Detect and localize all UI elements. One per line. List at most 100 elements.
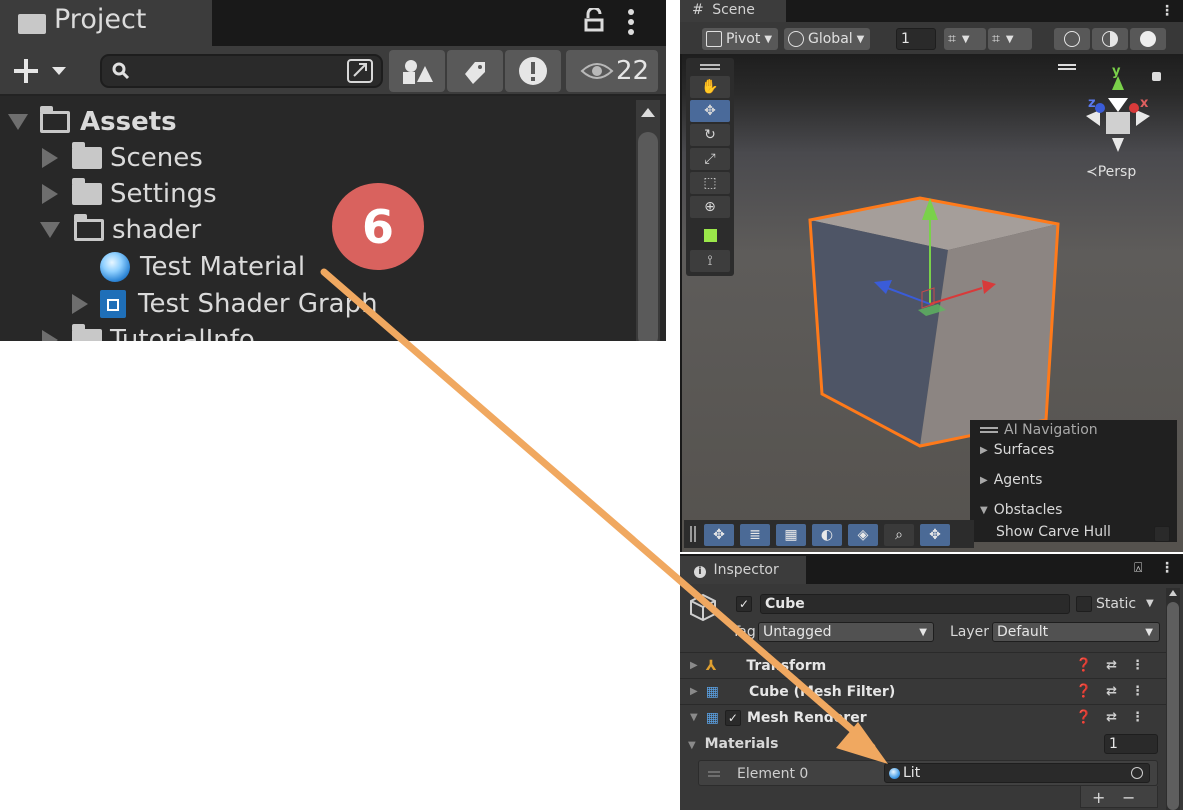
- tree-item-tutorial-info[interactable]: TutorialInfo: [42, 322, 255, 341]
- global-dropdown[interactable]: Global ▼: [784, 28, 870, 50]
- drag-handle-icon[interactable]: [1058, 64, 1076, 66]
- custom-tool[interactable]: [690, 224, 730, 246]
- component-mesh-filter[interactable]: ▶ ▦ Cube (Mesh Filter) ❓ ⇄ ⋮: [680, 678, 1168, 704]
- component-mesh-renderer[interactable]: ▼ ▦ ✓ Mesh Renderer ❓ ⇄ ⋮: [680, 704, 1168, 730]
- wireframe-sphere-icon: [1064, 31, 1080, 47]
- preset-icon[interactable]: ⇄: [1106, 684, 1117, 699]
- foldout-surfaces[interactable]: ▶ Surfaces: [980, 442, 1054, 458]
- more-options-icon[interactable]: ⋮: [1131, 684, 1144, 699]
- tree-item-test-material[interactable]: Test Material: [100, 249, 305, 285]
- inspector-scrollbar[interactable]: [1166, 588, 1180, 810]
- lit-mode-button[interactable]: [1130, 28, 1166, 50]
- preset-icon[interactable]: ⇄: [1106, 658, 1117, 673]
- mesh-filter-label: Cube (Mesh Filter): [748, 683, 896, 700]
- lock-icon[interactable]: [584, 6, 604, 32]
- show-carve-hull-checkbox[interactable]: [1154, 526, 1170, 542]
- help-icon[interactable]: ❓: [1076, 684, 1092, 699]
- lock-icon[interactable]: ⍓: [1134, 560, 1142, 576]
- object-name-field[interactable]: Cube: [760, 594, 1070, 614]
- search-input[interactable]: [100, 54, 383, 88]
- scroll-up-icon[interactable]: [640, 106, 656, 118]
- static-checkbox[interactable]: [1076, 596, 1092, 612]
- layers-button[interactable]: ◈: [848, 524, 878, 546]
- help-icon[interactable]: ❓: [1076, 710, 1092, 725]
- more-options-icon[interactable]: ⋮: [1131, 658, 1144, 673]
- expand-arrow-icon[interactable]: [72, 294, 88, 314]
- grid-size-field[interactable]: 1: [896, 28, 936, 50]
- drag-handle-icon[interactable]: [700, 64, 720, 66]
- tree-item-settings[interactable]: Settings: [42, 176, 217, 212]
- scrollbar-thumb[interactable]: [1167, 602, 1179, 810]
- zoom-button[interactable]: ⌕: [884, 524, 914, 546]
- green-cube-icon: [703, 228, 717, 242]
- drag-handle-icon[interactable]: [980, 427, 998, 429]
- rect-tool[interactable]: ⬚: [690, 172, 730, 194]
- preset-icon[interactable]: ⇄: [1106, 710, 1117, 725]
- cube-object[interactable]: [808, 196, 1060, 448]
- materials-foldout[interactable]: ▼ Materials: [688, 736, 778, 752]
- tab-project[interactable]: Project: [0, 0, 212, 46]
- tab-inspector[interactable]: i Inspector: [680, 556, 806, 584]
- persp-toggle[interactable]: ≺Persp: [1086, 164, 1136, 180]
- tree-item-test-shader-graph[interactable]: Test Shader Graph: [72, 286, 378, 322]
- more-options-icon[interactable]: ⋮: [1160, 3, 1174, 19]
- transform-tool[interactable]: ⊕: [690, 196, 730, 218]
- hand-tool[interactable]: ✋: [690, 76, 730, 98]
- foldout-agents[interactable]: ▶ Agents: [980, 472, 1042, 488]
- foldout-obstacles[interactable]: ▼ Obstacles: [980, 502, 1062, 518]
- view-tool-button[interactable]: ✥: [704, 524, 734, 546]
- tag-dropdown[interactable]: Untagged ▼: [758, 622, 934, 642]
- reorder-handle-icon[interactable]: [708, 771, 720, 773]
- materials-count-field[interactable]: 1: [1104, 734, 1158, 754]
- scale-tool[interactable]: ⤢: [690, 148, 730, 170]
- lock-icon[interactable]: [1152, 72, 1161, 81]
- increment-snap-button[interactable]: ⌗ ▼: [988, 28, 1032, 50]
- tree-item-shader[interactable]: shader: [40, 212, 201, 248]
- expand-arrow-icon[interactable]: [8, 114, 28, 130]
- layer-dropdown[interactable]: Default ▼: [992, 622, 1160, 642]
- expand-arrow-icon[interactable]: [40, 222, 60, 238]
- nav-tool[interactable]: ⟟: [690, 250, 730, 272]
- drag-handle-icon[interactable]: [690, 526, 692, 542]
- shaded-mode-button[interactable]: [1092, 28, 1128, 50]
- expand-arrow-icon[interactable]: [42, 330, 58, 341]
- filter-by-type-button[interactable]: [389, 50, 445, 92]
- add-element-button[interactable]: +: [1092, 788, 1105, 807]
- expand-arrow-icon[interactable]: [42, 148, 58, 168]
- tree-item-assets[interactable]: Assets: [8, 104, 177, 140]
- scrollbar-thumb[interactable]: [638, 132, 658, 341]
- hidden-packages-button[interactable]: 22: [566, 50, 658, 92]
- object-picker-icon[interactable]: [1131, 767, 1143, 779]
- move-tool[interactable]: ✥: [690, 100, 730, 122]
- more-options-icon[interactable]: ⋮: [1160, 560, 1174, 576]
- grid-snapping-button[interactable]: ⌗ ▼: [944, 28, 986, 50]
- search-by-type-icon[interactable]: [346, 58, 376, 84]
- expand-arrow-icon[interactable]: [42, 184, 58, 204]
- orientation-gizmo[interactable]: [1086, 76, 1150, 152]
- project-scrollbar[interactable]: [636, 100, 660, 341]
- pivot-dropdown[interactable]: Pivot ▼: [702, 28, 778, 50]
- draw-mode-button[interactable]: [1054, 28, 1090, 50]
- mesh-renderer-checkbox[interactable]: ✓: [724, 709, 741, 726]
- remove-element-button[interactable]: −: [1122, 788, 1135, 807]
- chevron-down-icon[interactable]: ▼: [1146, 598, 1154, 609]
- ai-navigation-header[interactable]: AI Navigation: [980, 422, 1098, 438]
- folder-open-icon: [40, 106, 70, 133]
- scroll-up-icon[interactable]: [1169, 590, 1177, 596]
- rotate-tool[interactable]: ↻: [690, 124, 730, 146]
- help-icon[interactable]: ❓: [1076, 658, 1092, 673]
- filter-by-log-button[interactable]: [505, 50, 561, 92]
- tab-scene[interactable]: # Scene: [680, 0, 786, 22]
- grid-visibility-button[interactable]: ▦: [776, 524, 806, 546]
- tree-item-scenes[interactable]: Scenes: [42, 140, 203, 176]
- lighting-button[interactable]: ◐: [812, 524, 842, 546]
- align-button[interactable]: ≣: [740, 524, 770, 546]
- filter-by-label-button[interactable]: [447, 50, 503, 92]
- more-options-icon[interactable]: ⋮: [1131, 710, 1144, 725]
- component-transform[interactable]: ▶ ⅄ Transform ❓ ⇄ ⋮: [680, 652, 1168, 678]
- more-options-icon[interactable]: [626, 8, 636, 36]
- active-checkbox[interactable]: ✓: [736, 596, 752, 612]
- add-button[interactable]: [10, 56, 70, 86]
- material-object-field[interactable]: Lit: [884, 763, 1150, 783]
- snap-button[interactable]: ✥: [920, 524, 950, 546]
